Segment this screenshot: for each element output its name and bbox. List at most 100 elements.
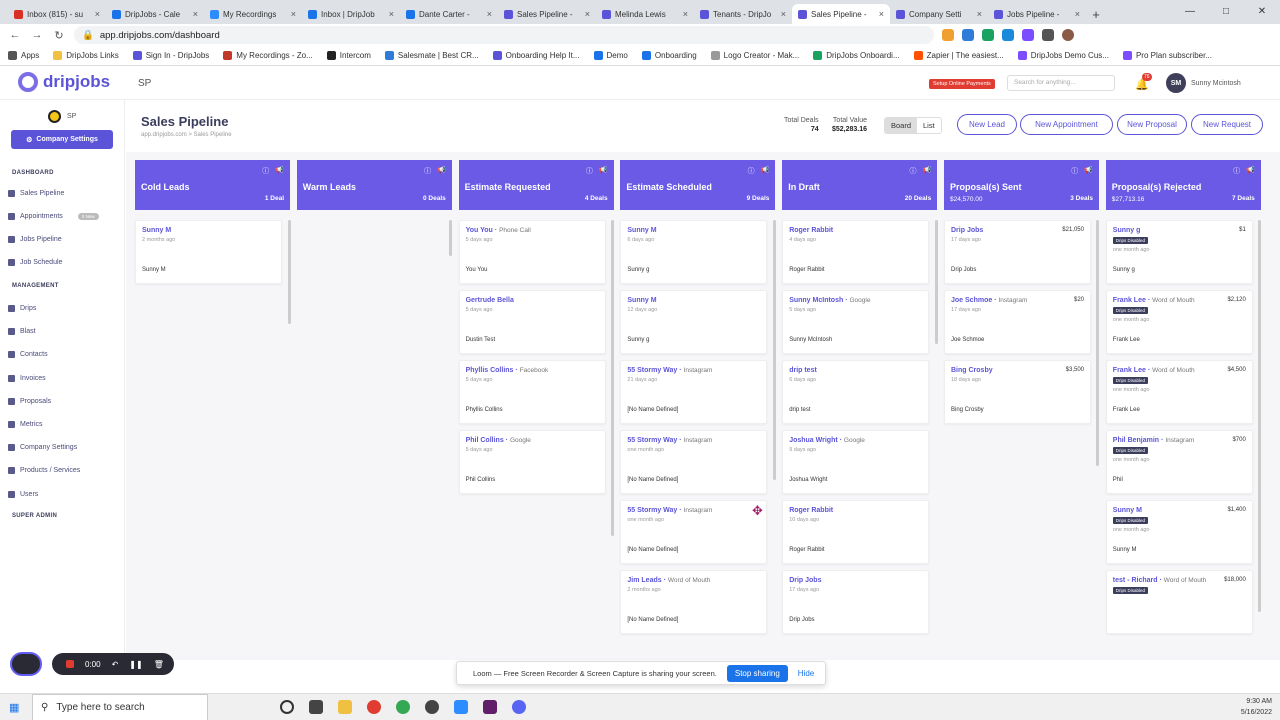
- close-tab-icon[interactable]: ×: [1075, 9, 1080, 19]
- sidebar-item-proposals[interactable]: Proposals: [8, 397, 51, 405]
- setup-payments-button[interactable]: Setup Online Payments: [929, 79, 995, 89]
- deal-name[interactable]: Sunny M: [627, 297, 656, 304]
- deal-name[interactable]: Joshua Wright · Google: [789, 437, 865, 444]
- info-icon[interactable]: ⓘ: [1071, 166, 1078, 176]
- extension-icon[interactable]: [982, 29, 994, 41]
- new-lead-button[interactable]: New Lead: [957, 114, 1017, 135]
- column-header[interactable]: Estimate Scheduled ⓘ 📢 9 Deals: [620, 160, 776, 210]
- deal-card[interactable]: Bing Crosby 18 days ago Bing Crosby $3,500: [944, 360, 1091, 424]
- deal-name[interactable]: Joe Schmoe · Instagram: [951, 297, 1027, 304]
- bookmark-item[interactable]: DripJobs Links: [53, 51, 119, 60]
- extension-icon[interactable]: [1002, 29, 1014, 41]
- close-icon[interactable]: ✕: [1244, 0, 1280, 22]
- bookmark-item[interactable]: Salesmate | Best CR...: [384, 51, 479, 60]
- deal-name[interactable]: Jim Leads · Word of Mouth: [627, 577, 710, 584]
- close-tab-icon[interactable]: ×: [193, 9, 198, 19]
- record-stop-icon[interactable]: [66, 660, 74, 668]
- deal-name[interactable]: Sunny M: [627, 227, 656, 234]
- close-tab-icon[interactable]: ×: [977, 9, 982, 19]
- list-view-button[interactable]: List: [917, 118, 941, 133]
- bookmark-item[interactable]: Demo: [593, 51, 628, 60]
- deal-card[interactable]: 55 Stormy Way · Instagram one month ago [N…: [620, 430, 768, 494]
- sidebar-item-sales-pipeline[interactable]: Sales Pipeline: [8, 190, 64, 197]
- cortana-icon[interactable]: [280, 700, 294, 714]
- deal-name[interactable]: Frank Lee · Word of Mouth: [1113, 297, 1195, 304]
- megaphone-icon[interactable]: 📢: [761, 166, 770, 176]
- stop-sharing-button[interactable]: Stop sharing: [726, 664, 788, 682]
- bookmark-item[interactable]: DripJobs Demo Cus...: [1017, 51, 1109, 60]
- sidebar-item-drips[interactable]: Drips: [8, 305, 36, 312]
- browser-tab[interactable]: Sales Pipeline - ×: [498, 4, 596, 24]
- trash-icon[interactable]: 🗑: [154, 660, 164, 669]
- deal-card[interactable]: Phil Collins · Google 5 days ago Phil Coll…: [458, 430, 606, 494]
- deal-card[interactable]: 55 Stormy Way · Instagram one month ago [N…: [620, 500, 768, 564]
- undo-icon[interactable]: ↶: [112, 660, 119, 669]
- hide-button[interactable]: Hide: [798, 669, 814, 678]
- deal-card[interactable]: Jim Leads · Word of Mouth 2 months ago [No…: [620, 570, 768, 634]
- deal-card[interactable]: Frank Lee · Word of Mouth Drips Disabled o…: [1105, 360, 1253, 424]
- column-scrollbar[interactable]: [288, 220, 291, 324]
- board-view-button[interactable]: Board: [885, 118, 918, 133]
- column-header[interactable]: Cold Leads ⓘ 📢 1 Deal: [135, 160, 290, 210]
- user-name[interactable]: Sunny Mcintosh: [1191, 80, 1241, 87]
- new-proposal-button[interactable]: New Proposal: [1117, 114, 1187, 135]
- reload-icon[interactable]: ↻: [52, 29, 66, 42]
- extension-icon[interactable]: [942, 29, 954, 41]
- deal-name[interactable]: Sunny McIntosh · Google: [789, 297, 870, 304]
- deal-name[interactable]: Sunny g: [1113, 227, 1141, 234]
- company-settings-button[interactable]: ⚙ Company Settings: [11, 130, 113, 149]
- deal-card[interactable]: Sunny McIntosh · Google 5 days ago Sunny M…: [782, 290, 930, 354]
- deal-name[interactable]: Gertrude Bella: [466, 297, 514, 304]
- browser-tab[interactable]: DripJobs - Cale ×: [106, 4, 204, 24]
- bookmark-item[interactable]: Sign In - DripJobs: [132, 51, 209, 60]
- loom-camera-bubble[interactable]: [10, 652, 42, 676]
- megaphone-icon[interactable]: 📢: [437, 166, 446, 176]
- deal-name[interactable]: Roger Rabbit: [789, 507, 833, 514]
- column-header[interactable]: In Draft ⓘ 📢 20 Deals: [782, 160, 938, 210]
- deal-name[interactable]: Frank Lee · Word of Mouth: [1113, 367, 1195, 374]
- file-explorer-icon[interactable]: [338, 700, 352, 714]
- info-icon[interactable]: ⓘ: [748, 166, 755, 176]
- deal-name[interactable]: Drip Jobs: [951, 227, 983, 234]
- deal-card[interactable]: You You · Phone Call 5 days ago You You: [458, 220, 606, 284]
- new-appointment-button[interactable]: New Appointment: [1020, 114, 1113, 135]
- sidebar-item-job-schedule[interactable]: Job Schedule: [8, 259, 62, 266]
- deal-card[interactable]: Phil Benjamin · Instagram Drips Disabled o…: [1105, 430, 1253, 494]
- column-header[interactable]: Warm Leads ⓘ 📢 0 Deals: [296, 160, 452, 210]
- bookmark-item[interactable]: Logo Creator - Mak...: [710, 51, 799, 60]
- extension-icon[interactable]: [962, 29, 974, 41]
- bookmark-item[interactable]: Apps: [8, 51, 39, 60]
- close-tab-icon[interactable]: ×: [487, 9, 492, 19]
- info-icon[interactable]: ⓘ: [424, 166, 431, 176]
- browser-tab[interactable]: Jobs Pipeline - ×: [988, 4, 1086, 24]
- app-icon[interactable]: [425, 700, 439, 714]
- avatar[interactable]: SM: [1166, 73, 1186, 93]
- sidebar-item-company-settings[interactable]: Company Settings: [8, 444, 77, 452]
- deal-card[interactable]: Gertrude Bella 5 days ago Dustin Test: [458, 290, 606, 354]
- bookmark-item[interactable]: Intercom: [326, 51, 371, 60]
- deal-card[interactable]: Joe Schmoe · Instagram 17 days ago Joe Sch…: [944, 290, 1091, 354]
- deal-name[interactable]: 55 Stormy Way · Instagram: [627, 507, 712, 514]
- info-icon[interactable]: ⓘ: [586, 166, 593, 176]
- deal-name[interactable]: Sunny M: [142, 227, 171, 234]
- browser-tab[interactable]: Dante Carter - ×: [400, 4, 498, 24]
- column-header[interactable]: Proposal(s) Sent ⓘ 📢 3 Deals $24,570.00: [944, 160, 1099, 210]
- close-tab-icon[interactable]: ×: [879, 9, 884, 19]
- deal-card[interactable]: drip test 6 days ago drip test: [782, 360, 930, 424]
- deal-card[interactable]: test - Richard · Word of Mouth Drips Disa…: [1105, 570, 1253, 634]
- column-scrollbar[interactable]: [1258, 220, 1261, 612]
- deal-name[interactable]: 55 Stormy Way · Instagram: [627, 437, 712, 444]
- deal-name[interactable]: Bing Crosby: [951, 367, 993, 374]
- deal-card[interactable]: Roger Rabbit 10 days ago Roger Rabbit: [782, 500, 930, 564]
- close-tab-icon[interactable]: ×: [95, 9, 100, 19]
- megaphone-icon[interactable]: 📢: [922, 166, 931, 176]
- opera-icon[interactable]: [367, 700, 381, 714]
- megaphone-icon[interactable]: 📢: [1084, 166, 1093, 176]
- column-scrollbar[interactable]: [773, 220, 776, 480]
- bookmark-item[interactable]: DripJobs Onboardi...: [813, 51, 900, 60]
- deal-name[interactable]: Roger Rabbit: [789, 227, 833, 234]
- browser-tab[interactable]: Tenants - DripJo ×: [694, 4, 792, 24]
- deal-card[interactable]: Roger Rabbit 4 days ago Roger Rabbit: [782, 220, 930, 284]
- maximize-icon[interactable]: □: [1208, 0, 1244, 22]
- deal-name[interactable]: You You · Phone Call: [466, 227, 531, 234]
